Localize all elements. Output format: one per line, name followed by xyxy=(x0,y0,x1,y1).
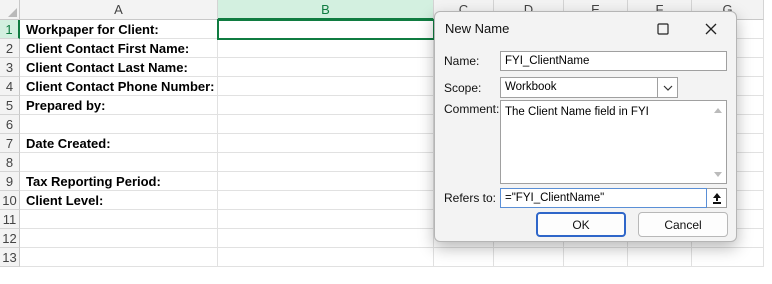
cell-b10[interactable] xyxy=(218,191,434,210)
cell-a1[interactable]: Workpaper for Client: xyxy=(20,20,218,39)
row-header-7[interactable]: 7 xyxy=(0,134,20,153)
dialog-title: New Name xyxy=(445,21,510,36)
cell-a4[interactable]: Client Contact Phone Number: xyxy=(20,77,218,96)
row-header-10[interactable]: 10 xyxy=(0,191,20,210)
cell-a11[interactable] xyxy=(20,210,218,229)
column-header-a[interactable]: A xyxy=(20,0,218,20)
chevron-down-icon[interactable] xyxy=(657,78,677,97)
cell-a9[interactable]: Tax Reporting Period: xyxy=(20,172,218,191)
scroll-down-icon[interactable] xyxy=(710,167,726,181)
row-header-5[interactable]: 5 xyxy=(0,96,20,115)
comment-scrollbar[interactable] xyxy=(710,101,726,183)
selected-cell-outline xyxy=(217,19,435,40)
cell-b12[interactable] xyxy=(218,229,434,248)
row-header-11[interactable]: 11 xyxy=(0,210,20,229)
row-header-13[interactable]: 13 xyxy=(0,248,20,267)
comment-label: Comment: xyxy=(444,102,500,116)
maximize-icon[interactable] xyxy=(652,18,674,40)
scope-select[interactable]: Workbook xyxy=(500,77,678,98)
scope-label: Scope: xyxy=(444,81,482,95)
cell-a10[interactable]: Client Level: xyxy=(20,191,218,210)
scope-value: Workbook xyxy=(505,81,557,93)
cell-b6[interactable] xyxy=(218,115,434,134)
cell-d13[interactable] xyxy=(494,248,564,267)
select-all-corner[interactable] xyxy=(0,0,20,20)
cell-a13[interactable] xyxy=(20,248,218,267)
cell-c13[interactable] xyxy=(434,248,494,267)
name-field[interactable]: FYI_ClientName xyxy=(500,51,727,71)
refers-to-field[interactable]: ="FYI_ClientName" xyxy=(500,188,707,208)
ok-button[interactable]: OK xyxy=(536,212,626,237)
cell-e13[interactable] xyxy=(564,248,628,267)
cell-b13[interactable] xyxy=(218,248,434,267)
cancel-button[interactable]: Cancel xyxy=(638,212,728,237)
scroll-up-icon[interactable] xyxy=(710,103,726,117)
cell-b4[interactable] xyxy=(218,77,434,96)
cell-b2[interactable] xyxy=(218,39,434,58)
cell-b7[interactable] xyxy=(218,134,434,153)
name-label: Name: xyxy=(444,54,480,68)
cell-a2[interactable]: Client Contact First Name: xyxy=(20,39,218,58)
cell-f13[interactable] xyxy=(628,248,692,267)
row-header-3[interactable]: 3 xyxy=(0,58,20,77)
cell-b3[interactable] xyxy=(218,58,434,77)
cell-a5[interactable]: Prepared by: xyxy=(20,96,218,115)
row-header-6[interactable]: 6 xyxy=(0,115,20,134)
column-header-b[interactable]: B xyxy=(218,0,434,20)
refers-to-label: Refers to: xyxy=(444,191,497,205)
cell-a8[interactable] xyxy=(20,153,218,172)
row-header-9[interactable]: 9 xyxy=(0,172,20,191)
row-header-2[interactable]: 2 xyxy=(0,39,20,58)
row-header-8[interactable]: 8 xyxy=(0,153,20,172)
cell-a3[interactable]: Client Contact Last Name: xyxy=(20,58,218,77)
row-header-1[interactable]: 1 xyxy=(0,20,20,39)
cell-g13[interactable] xyxy=(692,248,764,267)
new-name-dialog: New Name Name: FYI_ClientName Scope: Wor… xyxy=(434,11,737,242)
cell-a12[interactable] xyxy=(20,229,218,248)
row-header-4[interactable]: 4 xyxy=(0,77,20,96)
cell-b9[interactable] xyxy=(218,172,434,191)
cell-b8[interactable] xyxy=(218,153,434,172)
close-icon[interactable] xyxy=(700,18,722,40)
cell-a6[interactable] xyxy=(20,115,218,134)
cell-b5[interactable] xyxy=(218,96,434,115)
cell-a7[interactable]: Date Created: xyxy=(20,134,218,153)
row-header-12[interactable]: 12 xyxy=(0,229,20,248)
comment-field[interactable]: The Client Name field in FYI xyxy=(500,100,727,184)
comment-text: The Client Name field in FYI xyxy=(505,106,649,118)
collapse-dialog-icon[interactable] xyxy=(707,188,727,208)
cell-b11[interactable] xyxy=(218,210,434,229)
